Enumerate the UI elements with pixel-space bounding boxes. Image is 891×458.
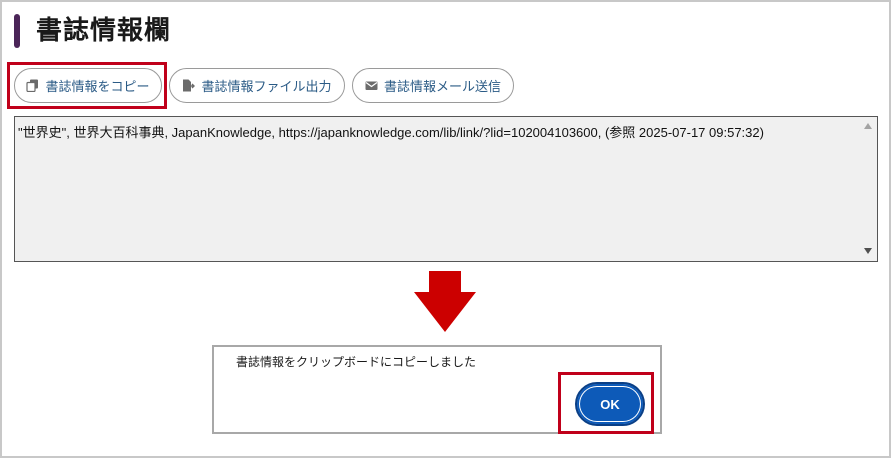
envelope-icon (365, 81, 378, 90)
file-export-icon (183, 79, 196, 92)
down-arrow-icon (414, 292, 476, 332)
send-mail-button[interactable]: 書誌情報メール送信 (352, 68, 514, 103)
copy-icon (26, 79, 39, 92)
export-file-label: 書誌情報ファイル出力 (201, 80, 332, 95)
textarea-scrollbar[interactable] (860, 117, 877, 261)
section-title: 書誌情報欄 (36, 16, 172, 46)
copy-citation-button[interactable]: 書誌情報をコピー (14, 68, 162, 103)
send-mail-label: 書誌情報メール送信 (383, 80, 501, 95)
citation-text: "世界史", 世界大百科事典, JapanKnowledge, https://… (18, 125, 764, 140)
ok-button[interactable]: OK (575, 382, 645, 426)
dialog-message: 書誌情報をクリップボードにコピーしました (236, 355, 477, 369)
scroll-up-arrow-icon[interactable] (864, 123, 872, 129)
export-file-button[interactable]: 書誌情報ファイル出力 (169, 68, 345, 103)
citation-textarea[interactable]: "世界史", 世界大百科事典, JapanKnowledge, https://… (14, 116, 878, 262)
scroll-down-arrow-icon[interactable] (864, 248, 872, 254)
down-arrow-shaft (429, 271, 461, 293)
title-accent-bar (14, 14, 20, 48)
copy-citation-label: 書誌情報をコピー (45, 80, 150, 95)
